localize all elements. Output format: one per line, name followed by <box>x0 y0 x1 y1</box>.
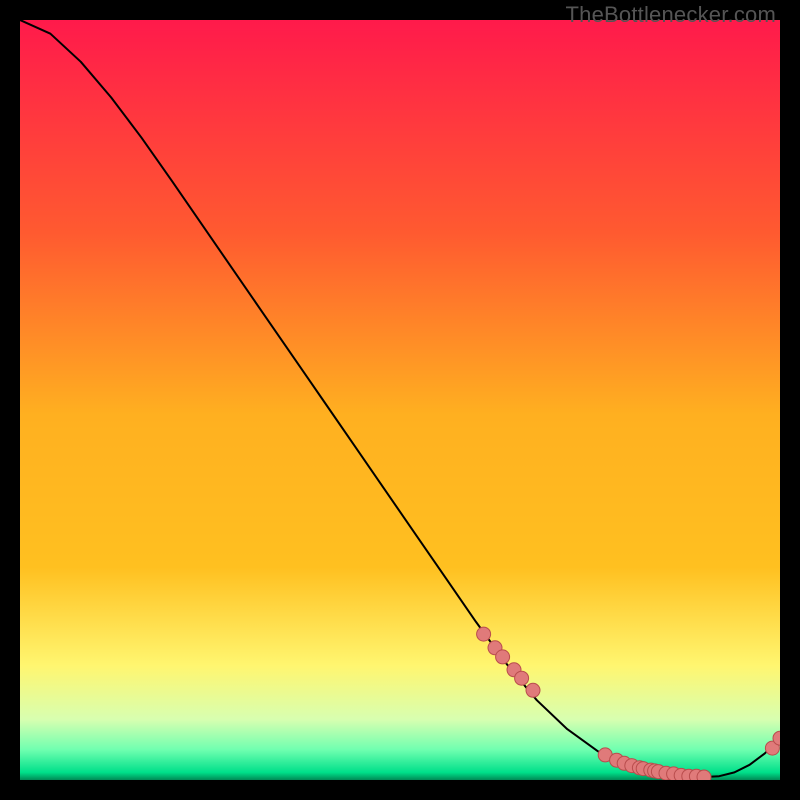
data-marker <box>496 650 510 664</box>
data-marker <box>515 671 529 685</box>
data-marker <box>526 683 540 697</box>
gradient-background <box>20 20 780 780</box>
data-marker <box>697 770 711 780</box>
chart-svg <box>20 20 780 780</box>
data-marker <box>477 627 491 641</box>
chart-stage: TheBottlenecker.com <box>0 0 800 800</box>
